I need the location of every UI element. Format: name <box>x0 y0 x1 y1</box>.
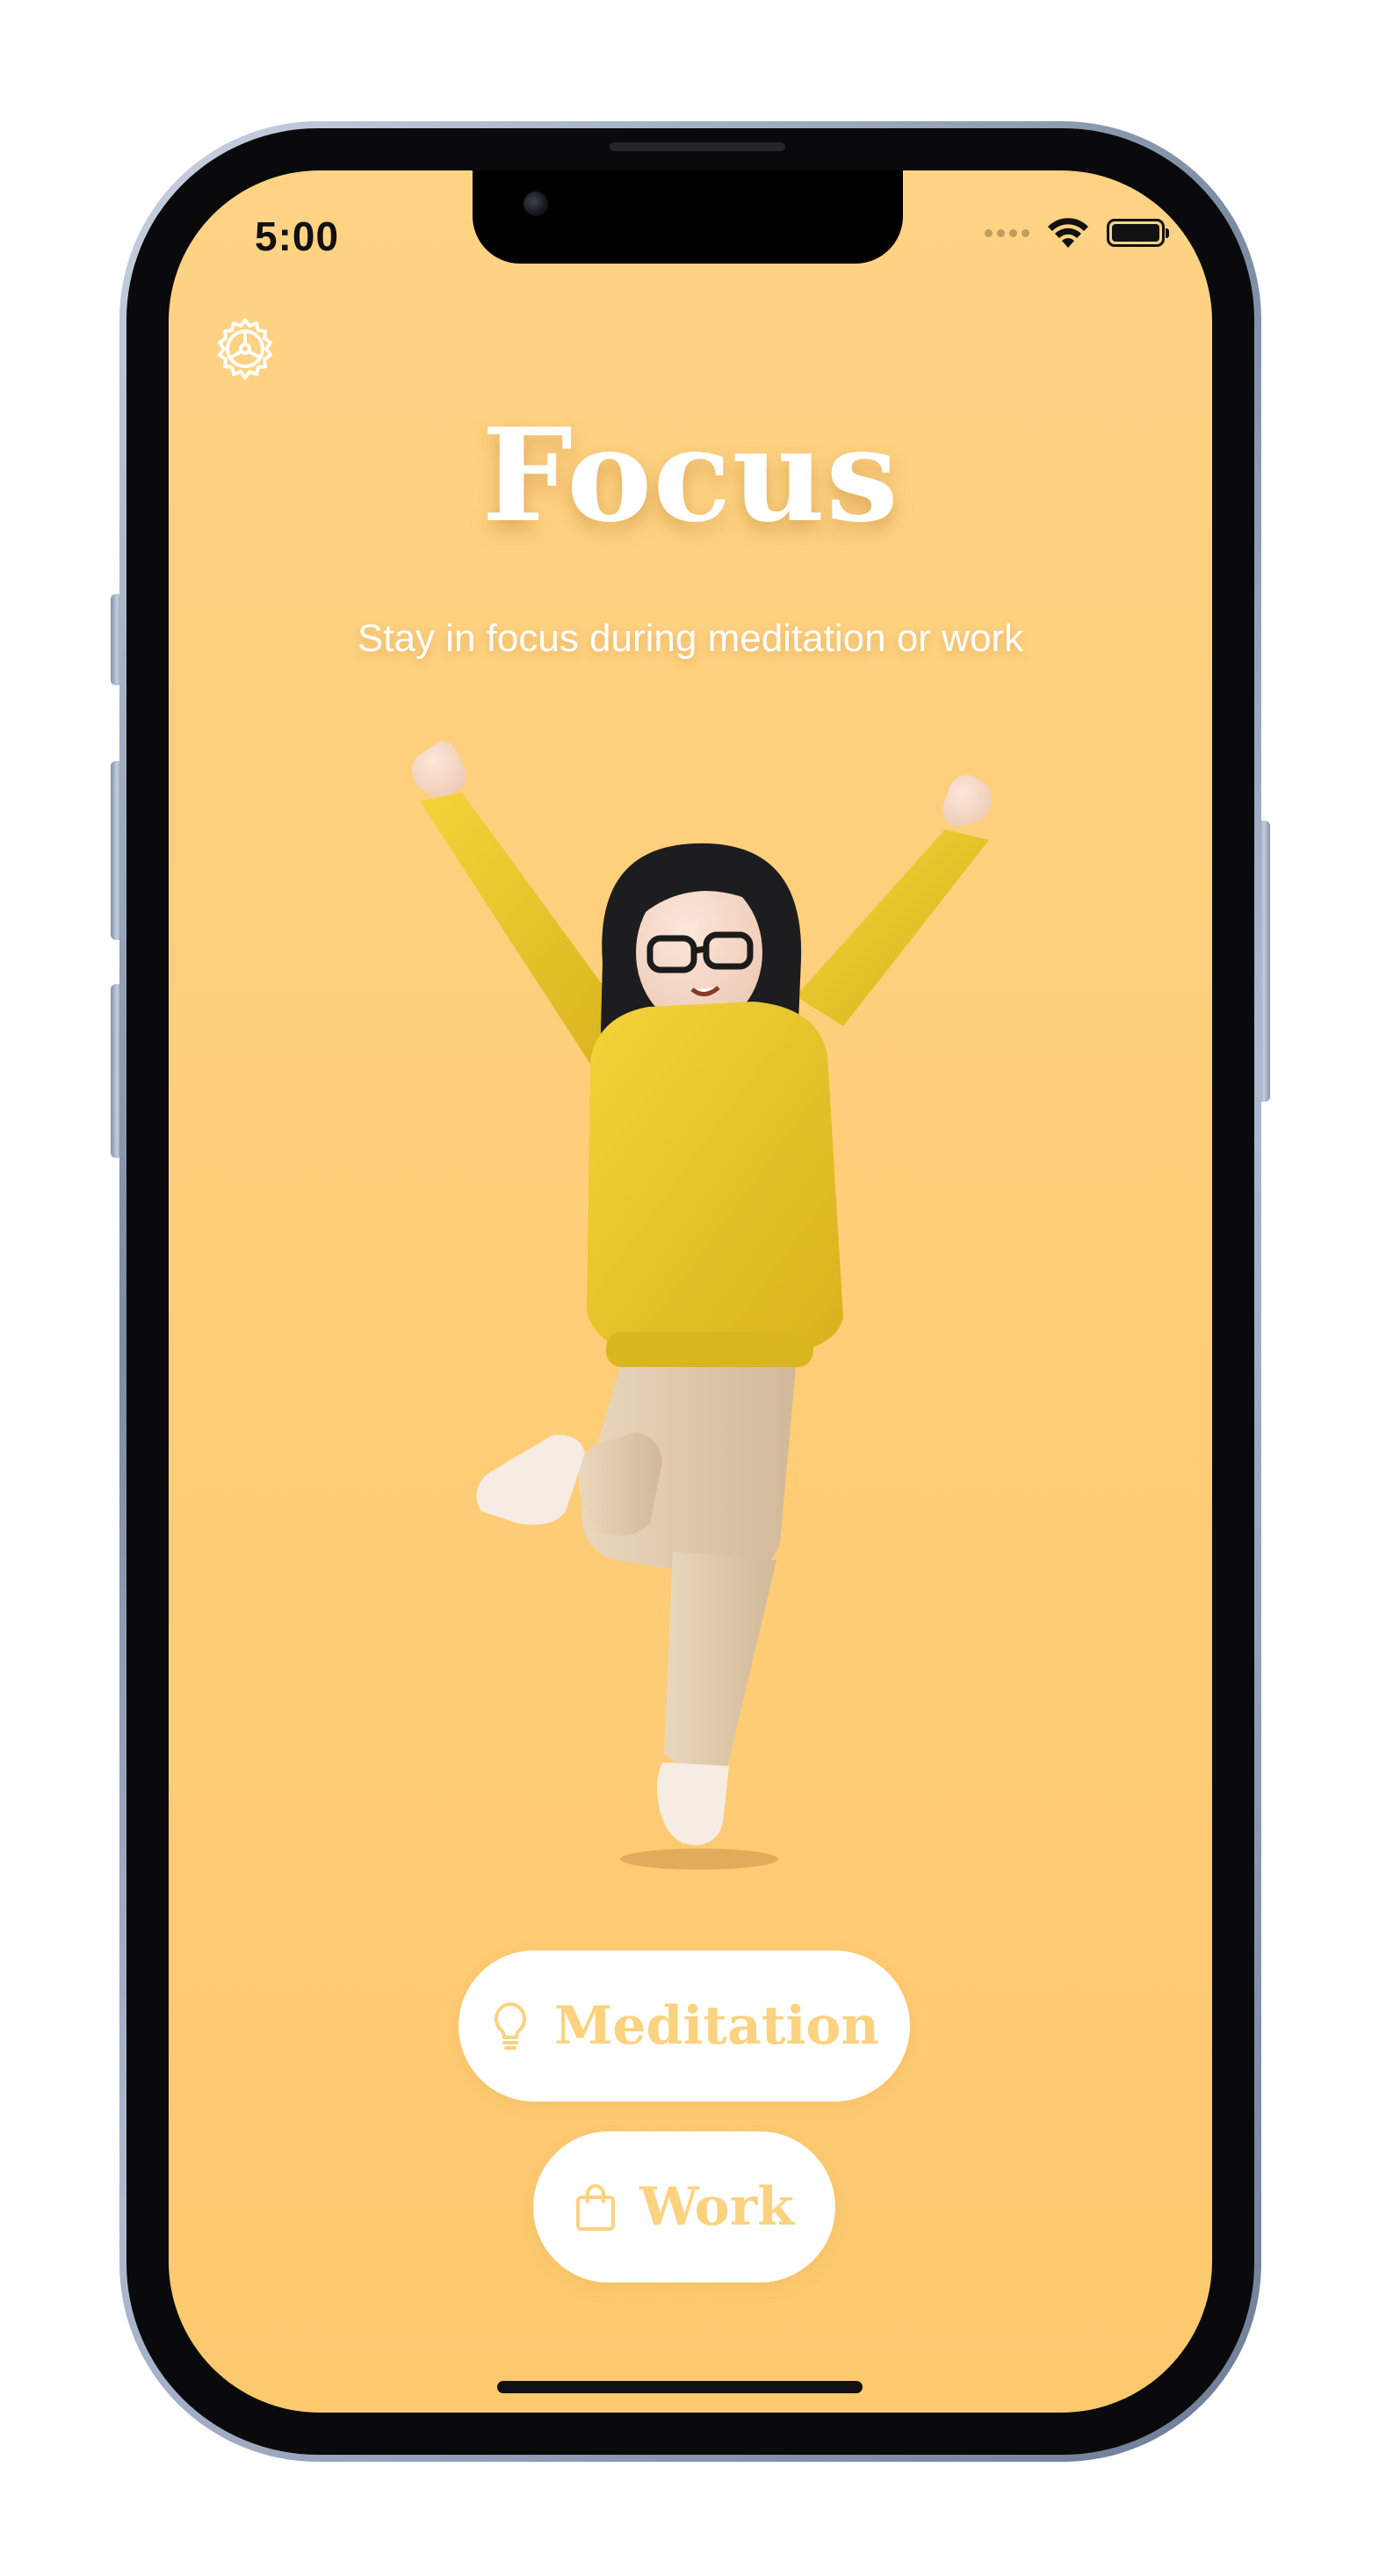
signal-dots-icon <box>985 228 1029 237</box>
phone-bezel: 5:00 Focus Stay in focus during meditati… <box>126 128 1254 2455</box>
speaker-grille <box>610 142 785 151</box>
notch <box>473 170 903 264</box>
meditation-button[interactable]: Meditation <box>458 1950 910 2102</box>
app-screen: 5:00 Focus Stay in focus during meditati… <box>169 170 1212 2413</box>
home-indicator[interactable] <box>497 2381 863 2393</box>
page-subtitle: Stay in focus during meditation or work <box>357 617 1024 660</box>
jumping-character-illustration <box>411 741 993 1870</box>
battery-icon <box>1107 219 1169 247</box>
phone-frame: 5:00 Focus Stay in focus during meditati… <box>119 121 1261 2462</box>
lightbulb-icon <box>494 2001 526 2050</box>
work-label: Work <box>639 2176 794 2238</box>
meditation-label: Meditation <box>553 1995 880 2057</box>
page-title: Focus <box>481 401 899 551</box>
work-button[interactable]: Work <box>533 2131 835 2283</box>
status-icons <box>985 216 1169 250</box>
front-camera <box>523 192 548 216</box>
gear-icon[interactable] <box>213 316 278 381</box>
shopping-bag-icon <box>576 2184 616 2231</box>
status-time: 5:00 <box>255 213 340 259</box>
wifi-icon <box>1048 218 1088 248</box>
